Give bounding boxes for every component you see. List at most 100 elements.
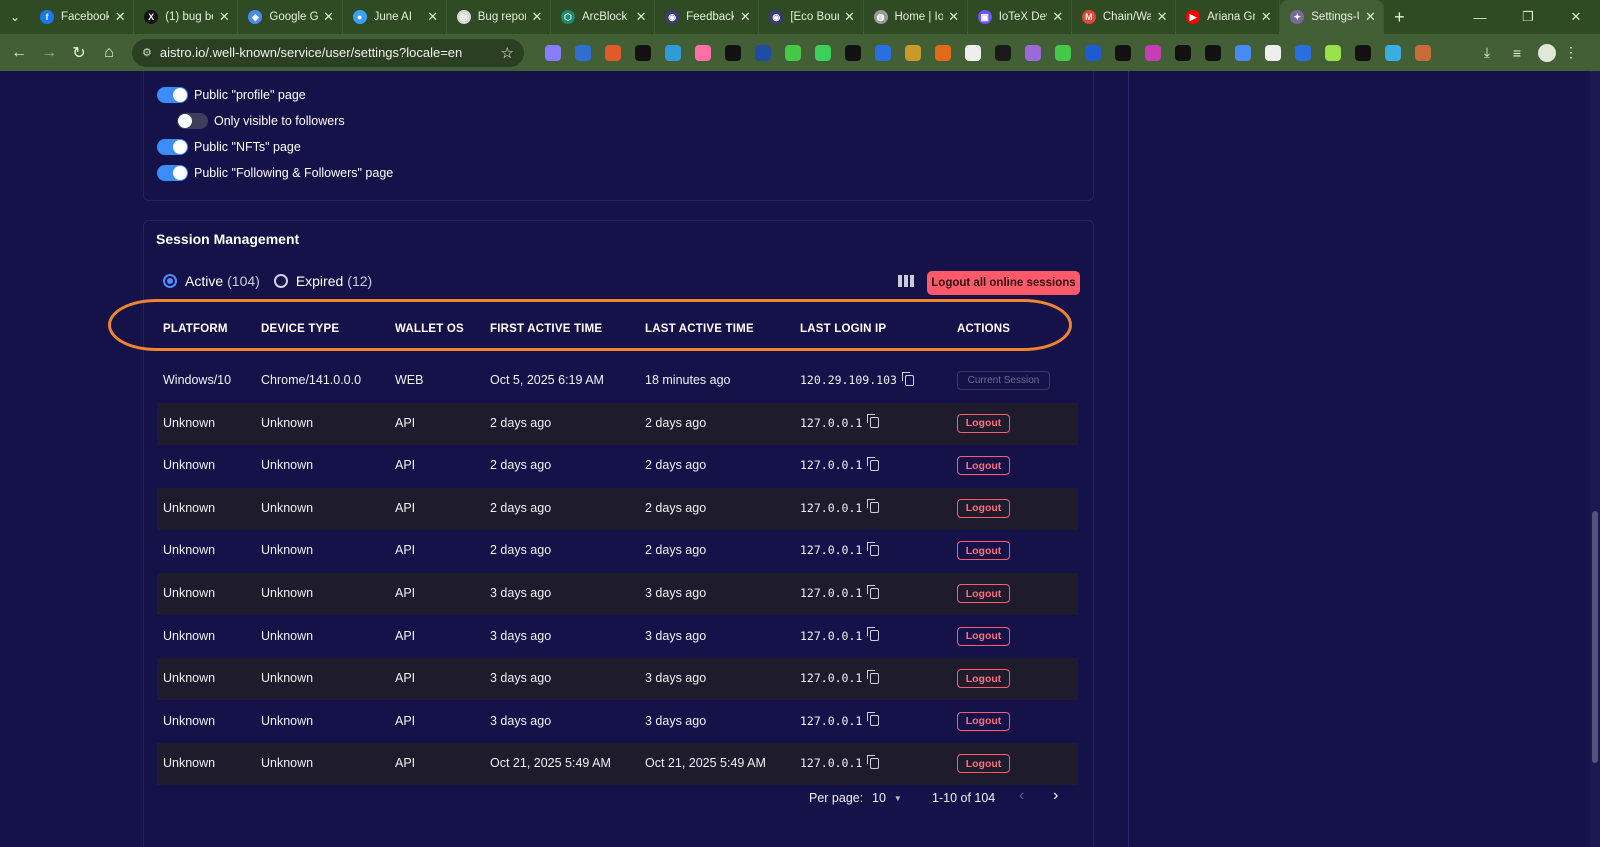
extension-icon[interactable] (1205, 44, 1221, 61)
browser-tab[interactable]: ✦ Settings-U ✕ (1280, 0, 1385, 34)
tab-title[interactable]: Google Ge (269, 11, 317, 23)
toggle-switch[interactable] (157, 165, 188, 181)
extension-icon[interactable] (755, 44, 771, 61)
columns-icon[interactable] (898, 275, 914, 287)
extension-icon[interactable] (635, 44, 651, 61)
filter-radio-active[interactable]: Active (104) (163, 273, 260, 289)
extension-icon[interactable] (935, 44, 951, 61)
tab-title[interactable]: IoTeX Deve (999, 11, 1047, 23)
copy-icon[interactable] (867, 712, 880, 727)
extension-icon[interactable] (1265, 44, 1281, 61)
browser-tab[interactable]: ◆ Google Ge ✕ (238, 0, 343, 34)
extension-icon[interactable] (605, 44, 621, 61)
tab-title[interactable]: (1) bug bo (165, 11, 213, 23)
extension-icon[interactable] (1145, 44, 1161, 61)
download-icon[interactable]: ⤓ (1472, 44, 1502, 61)
tab-close-icon[interactable]: ✕ (217, 9, 231, 25)
logout-button[interactable]: Logout (957, 413, 1010, 433)
extension-icon[interactable] (725, 44, 741, 61)
logout-button[interactable]: Logout (957, 456, 1010, 476)
extension-icon[interactable] (1055, 44, 1071, 61)
copy-icon[interactable] (901, 371, 914, 386)
restore-icon[interactable]: ❐ (1504, 9, 1552, 25)
browser-tab[interactable]: f Facebook ✕ (30, 0, 135, 34)
copy-icon[interactable] (867, 584, 880, 599)
extension-icon[interactable] (785, 44, 801, 61)
tab-close-icon[interactable]: ✕ (843, 9, 857, 25)
scrollbar-thumb[interactable] (1592, 511, 1598, 763)
extension-icon[interactable] (1235, 44, 1251, 61)
tab-title[interactable]: Ariana Gra (1207, 11, 1255, 23)
filter-radio-expired[interactable]: Expired (12) (273, 273, 372, 289)
browser-tab[interactable]: X (1) bug bo ✕ (134, 0, 239, 34)
bookmark-star-icon[interactable]: ☆ (501, 44, 514, 62)
extension-icon[interactable] (1085, 44, 1101, 61)
copy-icon[interactable] (867, 456, 880, 471)
tab-title[interactable]: Settings-U (1311, 11, 1359, 23)
extension-icon[interactable] (575, 44, 591, 61)
per-page-select[interactable]: 10 ▼ (872, 791, 902, 805)
reload-icon[interactable]: ↻ (64, 43, 94, 63)
browser-tab[interactable]: ⬡ ArcBlock C ✕ (551, 0, 656, 34)
extension-icon[interactable] (815, 44, 831, 61)
extension-icon[interactable] (845, 44, 861, 61)
next-page-icon[interactable]: › (1053, 787, 1058, 805)
browser-tab[interactable]: M Chain/Wal ✕ (1072, 0, 1177, 34)
tab-close-icon[interactable]: ✕ (113, 9, 127, 25)
extension-icon[interactable] (1175, 44, 1191, 61)
reading-list-icon[interactable]: ≡ (1502, 45, 1532, 61)
browser-tab[interactable]: ◍ Home | IoT ✕ (864, 0, 968, 34)
dropdown-caret-icon[interactable]: ▼ (894, 794, 902, 803)
back-arrow-icon[interactable]: ← (4, 44, 34, 62)
copy-icon[interactable] (867, 499, 880, 514)
forward-arrow-icon[interactable]: → (34, 44, 64, 62)
tab-close-icon[interactable]: ✕ (634, 9, 648, 25)
page-scrollbar[interactable] (1590, 71, 1600, 847)
tab-close-icon[interactable]: ✕ (1051, 9, 1065, 25)
tab-search-icon[interactable]: ⌄ (0, 0, 30, 34)
extension-icon[interactable] (1415, 44, 1431, 61)
browser-tab[interactable]: ◉ [Eco Boun ✕ (759, 0, 864, 34)
browser-tab[interactable]: ◎ Bug report ✕ (447, 0, 551, 34)
logout-button[interactable]: Logout (957, 498, 1010, 518)
extension-icon[interactable] (545, 44, 561, 61)
browser-tab[interactable]: ▶ Ariana Gra ✕ (1176, 0, 1281, 34)
new-tab-button[interactable]: + (1384, 7, 1414, 28)
tab-title[interactable]: Bug report (478, 11, 526, 23)
site-info-icon[interactable]: ⚙ (142, 46, 152, 59)
logout-button[interactable]: Logout (957, 754, 1010, 774)
extension-icon[interactable] (965, 44, 981, 61)
toggle-switch[interactable] (177, 113, 208, 129)
extension-icon[interactable] (995, 44, 1011, 61)
extension-icon[interactable] (665, 44, 681, 61)
url-text[interactable]: aistro.io/.well-known/service/user/setti… (160, 45, 501, 60)
minimize-icon[interactable]: — (1456, 10, 1504, 25)
extension-icon[interactable] (1295, 44, 1311, 61)
logout-button[interactable]: Logout (957, 669, 1010, 689)
extension-icon[interactable] (875, 44, 891, 61)
tab-title[interactable]: Feedback (686, 11, 734, 23)
tab-title[interactable]: Chain/Wal (1103, 11, 1151, 23)
copy-icon[interactable] (867, 414, 880, 429)
prev-page-icon[interactable]: ‹ (1019, 787, 1024, 805)
tab-close-icon[interactable]: ✕ (1259, 9, 1273, 25)
tab-close-icon[interactable]: ✕ (947, 9, 961, 25)
per-page-value[interactable]: 10 (872, 791, 886, 805)
toggle-switch[interactable] (157, 139, 188, 155)
copy-icon[interactable] (867, 669, 880, 684)
extension-icon[interactable] (1385, 44, 1401, 61)
tab-close-icon[interactable]: ✕ (738, 9, 752, 25)
menu-kebab-icon[interactable]: ⋮ (1556, 44, 1586, 61)
extension-icon[interactable] (695, 44, 711, 61)
tab-close-icon[interactable]: ✕ (1363, 9, 1377, 25)
browser-tab[interactable]: ● June AI ✕ (343, 0, 447, 34)
tab-close-icon[interactable]: ✕ (1155, 9, 1169, 25)
copy-icon[interactable] (867, 541, 880, 556)
extension-icon[interactable] (905, 44, 921, 61)
toggle-switch[interactable] (157, 87, 188, 103)
extension-icon[interactable] (1355, 44, 1371, 61)
close-window-icon[interactable]: ✕ (1552, 9, 1600, 25)
tab-title[interactable]: ArcBlock C (582, 11, 630, 23)
tab-title[interactable]: [Eco Boun (790, 11, 838, 23)
tab-title[interactable]: Home | IoT (895, 11, 943, 23)
